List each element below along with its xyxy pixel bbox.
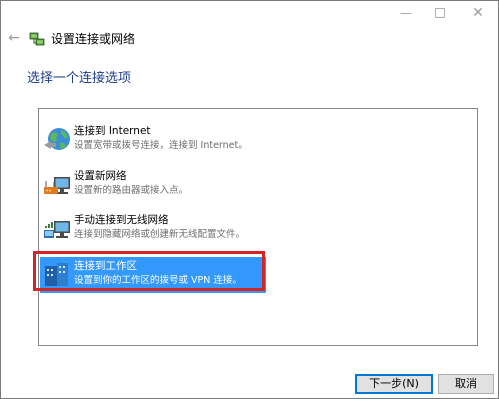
option-connect-internet[interactable]: 连接到 Internet 设置宽带或拨号连接，连接到 Internet。 xyxy=(40,122,266,158)
connection-options-list: 连接到 Internet 设置宽带或拨号连接，连接到 Internet。 设置新… xyxy=(38,108,478,346)
wireless-computer-icon xyxy=(44,221,70,238)
window-title: 设置连接或网络 xyxy=(51,32,136,46)
next-button[interactable]: 下一步(N) xyxy=(355,374,433,394)
close-button[interactable]: ✕ xyxy=(461,1,495,25)
option-title: 连接到工作区 xyxy=(74,260,137,272)
maximize-button[interactable] xyxy=(423,1,457,25)
maximize-icon xyxy=(435,8,445,18)
option-title: 连接到 Internet xyxy=(74,125,151,137)
option-connect-workplace[interactable]: 连接到工作区 设置到你的工作区的拨号或 VPN 连接。 xyxy=(40,257,266,293)
dialog-window: — ✕ ← 设置连接或网络 选择一个连接选项 连接到 Internet 设置宽带… xyxy=(0,0,499,399)
workplace-icon xyxy=(45,263,68,286)
minimize-icon: — xyxy=(400,6,412,20)
option-description: 连接到隐藏网络或创建新无线配置文件。 xyxy=(74,229,246,240)
option-description: 设置到你的工作区的拨号或 VPN 连接。 xyxy=(74,275,242,286)
option-description: 设置宽带或拨号连接，连接到 Internet。 xyxy=(74,140,248,151)
minimize-button[interactable]: — xyxy=(389,1,423,25)
option-title: 设置新网络 xyxy=(74,170,127,182)
option-description: 设置新的路由器或接入点。 xyxy=(74,185,189,196)
router-setup-icon xyxy=(44,177,70,194)
network-setup-icon xyxy=(29,32,45,46)
back-arrow-icon: ← xyxy=(8,30,20,46)
option-manual-wireless[interactable]: 手动连接到无线网络 连接到隐藏网络或创建新无线配置文件。 xyxy=(40,211,266,247)
option-setup-new-network[interactable]: 设置新网络 设置新的路由器或接入点。 xyxy=(40,167,266,203)
close-icon: ✕ xyxy=(472,5,484,21)
back-button[interactable]: ← xyxy=(5,29,23,47)
cancel-button[interactable]: 取消 xyxy=(438,374,494,394)
main-instruction: 选择一个连接选项 xyxy=(27,71,132,86)
globe-network-icon xyxy=(44,128,70,150)
option-title: 手动连接到无线网络 xyxy=(74,214,169,226)
